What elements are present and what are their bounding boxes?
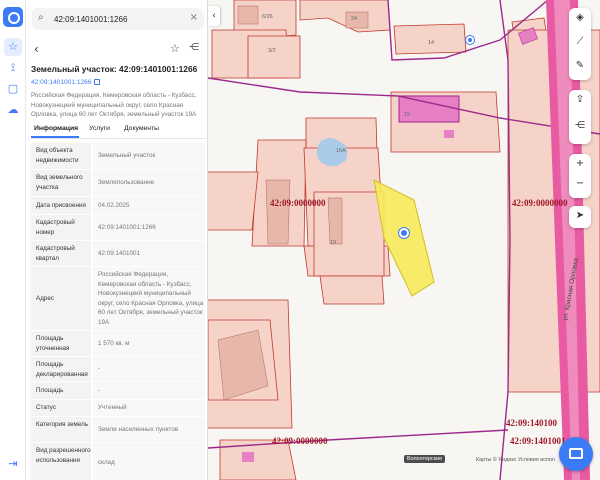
row-value: склад: [93, 443, 205, 480]
cadastral-label: 42:09:0000000: [512, 198, 568, 208]
row-value: Земельный участок: [93, 143, 205, 169]
object-title: Земельный участок: 42:09:1401001:1266: [31, 64, 198, 74]
row-key: Вид земельного участка: [31, 170, 91, 196]
tab-bar: Информация Услуги Документы: [31, 123, 206, 139]
upload-icon[interactable]: ⇪: [569, 94, 591, 105]
back-icon[interactable]: ‹: [34, 42, 39, 56]
chat-button[interactable]: [559, 437, 593, 471]
row-key: Дата присвоения: [31, 197, 91, 214]
parcel-number: 3/2: [268, 48, 276, 54]
collapse-panel-icon[interactable]: ‹: [208, 6, 220, 26]
search-box: ⌕ ×: [32, 8, 204, 30]
cloud-icon[interactable]: ☁: [4, 101, 22, 119]
star-icon[interactable]: ☆: [4, 38, 22, 56]
active-tab-indicator: [31, 136, 79, 138]
logout-icon[interactable]: ⇥: [4, 455, 22, 473]
row-value: Земли населенных пунктов: [93, 417, 205, 442]
row-key: Кадастровый номер: [31, 215, 91, 240]
row-key: Статус: [31, 400, 91, 416]
favorite-icon[interactable]: ☆: [170, 42, 180, 55]
table-row: Площадь декларированная -: [31, 357, 205, 382]
row-key: Площадь декларированная: [31, 357, 91, 381]
zoom-group: + −: [569, 154, 591, 198]
row-key: Площадь: [31, 382, 91, 399]
row-value: 1 570 кв. м: [93, 331, 205, 356]
map-view[interactable]: 6/26 24 3/2 14 15 16А 19 42:09:0000000 4…: [208, 0, 600, 480]
row-key: Категория земель: [31, 417, 91, 442]
row-key: Вид разрешенного использования: [31, 443, 91, 480]
cadastral-label: 42:09:140100: [506, 418, 557, 428]
table-row: Вид земельного участка Землепользование: [31, 170, 205, 197]
table-row: Площадь -: [31, 382, 205, 400]
row-value: 42:09:1401001:1266: [93, 215, 205, 240]
left-rail: ☆ ⟟ ▢ ☁ ⇥: [0, 0, 26, 480]
edit-icon[interactable]: ✎: [569, 60, 591, 71]
measure-icon[interactable]: ⟋: [569, 36, 591, 47]
search-icon[interactable]: ⌕: [38, 12, 44, 23]
table-row: Кадастровый квартал 42:09:1401001: [31, 241, 205, 267]
poi-pin[interactable]: [466, 36, 474, 44]
clear-icon[interactable]: ×: [190, 12, 198, 23]
row-value: 04.02.2025: [93, 197, 205, 214]
table-row: Вид объекта недвижимости Земельный участ…: [31, 143, 205, 170]
parcel-number: 16А: [336, 148, 346, 154]
table-row: Статус Учтенный: [31, 400, 205, 417]
table-row: Площадь уточненная 1 570 кв. м: [31, 331, 205, 357]
cadastral-label: 42:09:1401001: [510, 436, 566, 446]
parcel-number: 6/26: [262, 14, 273, 20]
cadastral-label: 42:09:0000000: [272, 436, 328, 446]
small-building: [242, 452, 254, 462]
cadastral-link-text[interactable]: 42:09:1401001:1266: [31, 79, 92, 86]
tab-info[interactable]: Информация: [34, 125, 78, 132]
row-key: Адрес: [31, 267, 91, 330]
parcel-number: 14: [428, 40, 435, 46]
zoom-in-button[interactable]: +: [569, 158, 591, 169]
route-icon[interactable]: ⟟: [4, 59, 22, 77]
row-value: Учтенный: [93, 400, 205, 416]
share-nodes-icon[interactable]: ⋲: [569, 120, 591, 131]
row-value: -: [93, 382, 205, 399]
zoom-out-button[interactable]: −: [569, 178, 591, 189]
attribution-text[interactable]: Карты © Яндекс Условия испол: [476, 457, 555, 463]
layers-square-icon[interactable]: ▢: [4, 80, 22, 98]
chat-icon: [569, 448, 583, 459]
parcel-number: 15: [404, 112, 411, 118]
table-row: Категория земель Земли населенных пункто…: [31, 417, 205, 443]
attribution-badge[interactable]: Волонтерские: [404, 455, 446, 463]
table-row: Вид разрешенного использования склад: [31, 443, 205, 480]
table-row: Дата присвоения 04.02.2025: [31, 197, 205, 215]
tab-documents[interactable]: Документы: [124, 125, 159, 132]
table-row: Кадастровый номер 42:09:1401001:1266: [31, 215, 205, 241]
map-canvas[interactable]: [208, 0, 600, 480]
row-value: Землепользование: [93, 170, 205, 196]
row-key: Площадь уточненная: [31, 331, 91, 356]
object-address: Российская Федерация, Кемеровская област…: [31, 92, 197, 119]
map-actions-group: ⇪ ⋲: [569, 90, 591, 144]
table-row: Адрес Российская Федерация, Кемеровская …: [31, 267, 205, 331]
layers-icon[interactable]: ◈: [569, 12, 591, 23]
highlighted-building: [398, 95, 460, 123]
row-key: Вид объекта недвижимости: [31, 143, 91, 169]
copy-icon[interactable]: [93, 79, 100, 85]
row-value: 42:09:1401001: [93, 241, 205, 266]
tab-services[interactable]: Услуги: [89, 125, 110, 132]
cadastral-link[interactable]: 42:09:1401001:1266: [31, 79, 100, 86]
share-icon[interactable]: ⋲: [189, 42, 199, 53]
app-logo[interactable]: [3, 7, 23, 27]
small-building: [444, 130, 454, 138]
row-value: Российская Федерация, Кемеровская област…: [93, 267, 205, 330]
locate-group: ➤: [569, 206, 591, 228]
parcel-number: 19: [330, 240, 337, 246]
search-input[interactable]: [54, 11, 184, 27]
locate-icon[interactable]: ➤: [569, 210, 591, 221]
map-tools-group: ◈ ⟋ ✎: [569, 8, 591, 80]
cadastral-label: 42:09:0000000: [270, 198, 326, 208]
panel-toolbar: ‹ ☆ ⋲: [26, 40, 207, 60]
location-pin[interactable]: [399, 228, 409, 238]
row-value: -: [93, 357, 205, 381]
row-key: Кадастровый квартал: [31, 241, 91, 266]
info-panel: ⌕ × ‹ ☆ ⋲ Земельный участок: 42:09:14010…: [26, 0, 208, 480]
parcel-number: 24: [351, 16, 358, 22]
